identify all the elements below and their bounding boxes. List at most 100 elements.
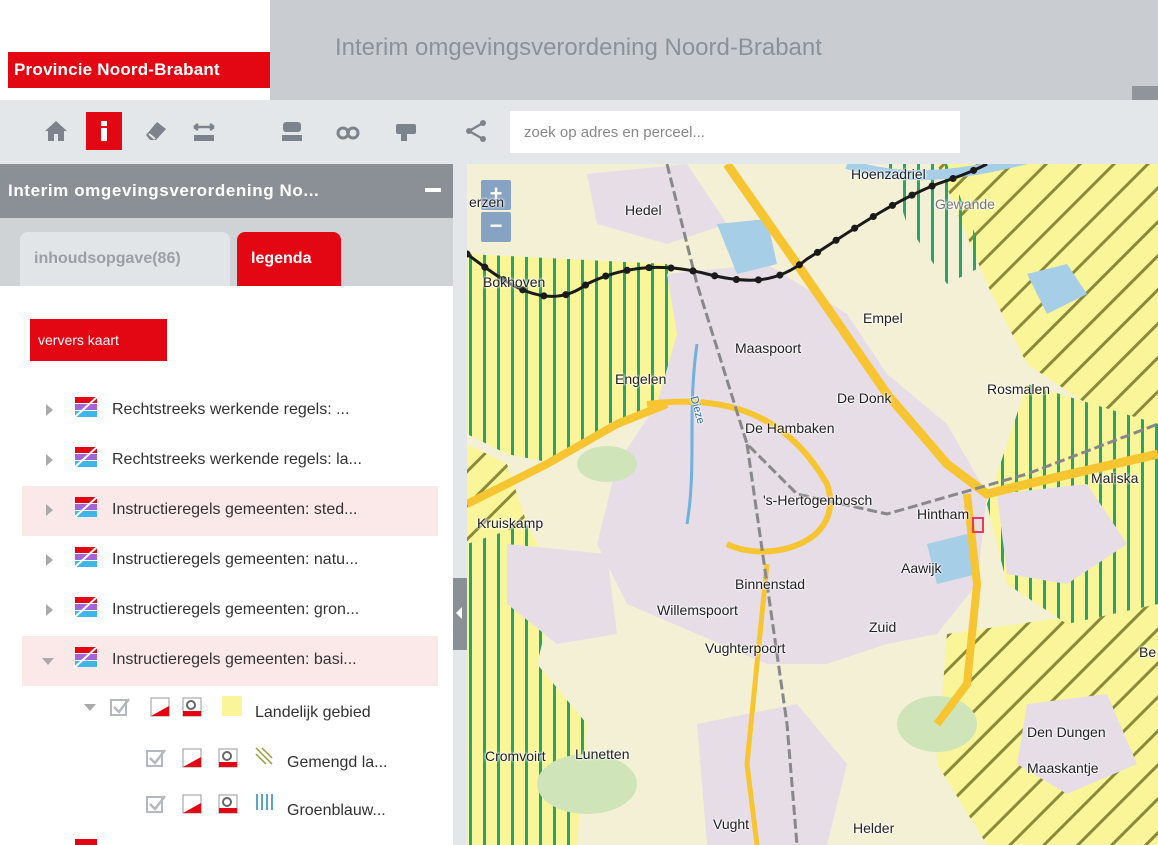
place-label: Vught	[713, 816, 750, 832]
info-icon	[101, 121, 107, 141]
layer-row[interactable]: Instructieregels gemeenten: natu...	[22, 536, 438, 586]
layer-row[interactable]: Instructieregels gemeenten: sted...	[22, 486, 438, 536]
place-label: Hintham	[917, 506, 970, 522]
place-label: Zuid	[869, 619, 897, 635]
place-label: 's-Hertogenbosch	[763, 492, 873, 508]
place-label: erzen	[469, 194, 505, 210]
layer-row[interactable]: Rechtstreeks werkende regels: la...	[22, 436, 438, 486]
collapse-caret-icon[interactable]	[84, 704, 96, 711]
panel-splitter[interactable]	[453, 164, 467, 845]
address-search-input[interactable]	[510, 111, 960, 153]
measure-area-button[interactable]	[274, 112, 310, 150]
home-button[interactable]	[38, 112, 74, 150]
layer-stack-icon	[74, 646, 98, 668]
place-label: Be	[1139, 644, 1157, 660]
place-label: Engelen	[615, 371, 667, 387]
place-label: Maliska	[1091, 470, 1139, 486]
sublayer-label: Groenblauw...	[287, 802, 386, 819]
expand-caret-icon[interactable]	[46, 454, 53, 466]
layer-label: Rechtstreeks werkende regels: la...	[112, 451, 362, 468]
legend-diagonal-hatch-icon	[255, 747, 273, 765]
toolbar	[0, 100, 1158, 164]
opacity-icon[interactable]	[150, 697, 170, 717]
layer-row[interactable]: Instructieregels gemeenten: basi...	[22, 636, 438, 686]
place-label: Rosmalen	[987, 381, 1051, 397]
place-label: De Hambaken	[745, 420, 835, 436]
binoculars-button[interactable]	[330, 112, 366, 150]
layer-label: Rechtstreeks werkende regels: ...	[112, 401, 350, 418]
print-button[interactable]	[388, 112, 424, 150]
share-button[interactable]	[458, 112, 494, 150]
place-label: Helder	[853, 820, 895, 836]
place-label: Maaspoort	[735, 340, 802, 356]
opacity-icon[interactable]	[182, 748, 202, 768]
sublayer-label: Gemengd la...	[287, 754, 388, 771]
layer-stack-icon	[74, 596, 98, 618]
place-label: Vughterpoort	[705, 640, 786, 656]
tab-legend[interactable]: legenda	[237, 232, 341, 286]
layer-row[interactable]: Rechtstreeks werkende regels: ...	[22, 386, 438, 436]
expand-caret-icon[interactable]	[46, 604, 53, 616]
print-icon	[396, 124, 416, 141]
expand-caret-icon[interactable]	[46, 554, 53, 566]
collapse-caret-icon[interactable]	[42, 658, 54, 665]
place-label: Hedel	[625, 202, 662, 218]
place-label: Maaskantje	[1027, 760, 1099, 776]
expand-caret-icon[interactable]	[46, 404, 53, 416]
place-label: Cromvoirt	[485, 748, 546, 764]
legend-vertical-stripes-icon	[256, 794, 273, 810]
layer-label: Instructieregels gemeenten: gron...	[112, 601, 360, 618]
zoom-out-button[interactable]: −	[481, 212, 511, 242]
legend-yellow-swatch	[222, 696, 242, 716]
legend-panel: Interim omgevingsverordening No... inhou…	[0, 164, 453, 845]
panel-title: Interim omgevingsverordening No...	[0, 164, 453, 218]
place-label: Den Dungen	[1027, 724, 1106, 740]
checkbox-checked-icon[interactable]	[146, 794, 166, 814]
map-view[interactable]: + − Hoenzadriel Hedel Empel Maaspoort Ro…	[467, 164, 1158, 845]
zoom-to-layer-icon[interactable]	[218, 748, 238, 768]
binoculars-icon	[336, 126, 360, 140]
layer-label: Instructieregels gemeenten: sted...	[112, 501, 358, 518]
share-icon	[466, 120, 486, 142]
measure-distance-button[interactable]	[186, 112, 222, 150]
eraser-button[interactable]	[138, 112, 174, 150]
app-root: Provincie Noord-Brabant Interim omgeving…	[0, 0, 1158, 845]
app-title: Interim omgevingsverordening Noord-Braba…	[335, 34, 822, 61]
sublayer-label: Landelijk gebied	[255, 704, 371, 721]
panel-tabs: inhoudsopgave(86) legenda	[0, 218, 453, 286]
layer-stack-icon	[74, 396, 98, 418]
place-label: Hoenzadriel	[851, 166, 926, 182]
refresh-map-button[interactable]: ververs kaart	[30, 319, 167, 361]
place-label: Lunetten	[575, 746, 630, 762]
home-icon	[45, 121, 67, 141]
opacity-icon[interactable]	[182, 794, 202, 814]
expand-caret-icon[interactable]	[46, 504, 53, 516]
place-label: De Donk	[837, 390, 892, 406]
layer-stack-icon	[74, 446, 98, 468]
place-label: Bokhoven	[483, 274, 546, 290]
place-label: Willemspoort	[657, 602, 738, 618]
place-label: Kruiskamp	[477, 515, 544, 531]
chevron-left-icon	[456, 607, 462, 619]
place-label: Empel	[863, 310, 903, 326]
checkbox-checked-icon[interactable]	[146, 748, 166, 768]
zoom-to-layer-icon[interactable]	[182, 697, 202, 717]
zoom-to-layer-icon[interactable]	[218, 794, 238, 814]
measure-distance-icon	[193, 123, 215, 141]
place-label: Gewande	[935, 196, 995, 212]
tab-contents[interactable]: inhoudsopgave(86)	[20, 232, 230, 286]
layer-label: Instructieregels gemeenten: basi...	[112, 651, 357, 668]
province-logo[interactable]: Provincie Noord-Brabant	[8, 52, 270, 88]
minimize-icon[interactable]	[425, 188, 441, 192]
layer-row[interactable]: Instructieregels gemeenten: gron...	[22, 586, 438, 636]
info-button[interactable]	[86, 112, 122, 150]
layer-stack-icon	[75, 839, 97, 845]
eraser-icon	[146, 122, 166, 140]
checkbox-checked-icon[interactable]	[110, 697, 130, 717]
layer-label: Instructieregels gemeenten: natu...	[112, 551, 359, 568]
measure-area-icon	[282, 122, 302, 141]
layer-stack-icon	[74, 496, 98, 518]
place-label: Aawijk	[901, 560, 942, 576]
place-label: Binnenstad	[735, 576, 806, 592]
layer-stack-icon	[74, 546, 98, 568]
